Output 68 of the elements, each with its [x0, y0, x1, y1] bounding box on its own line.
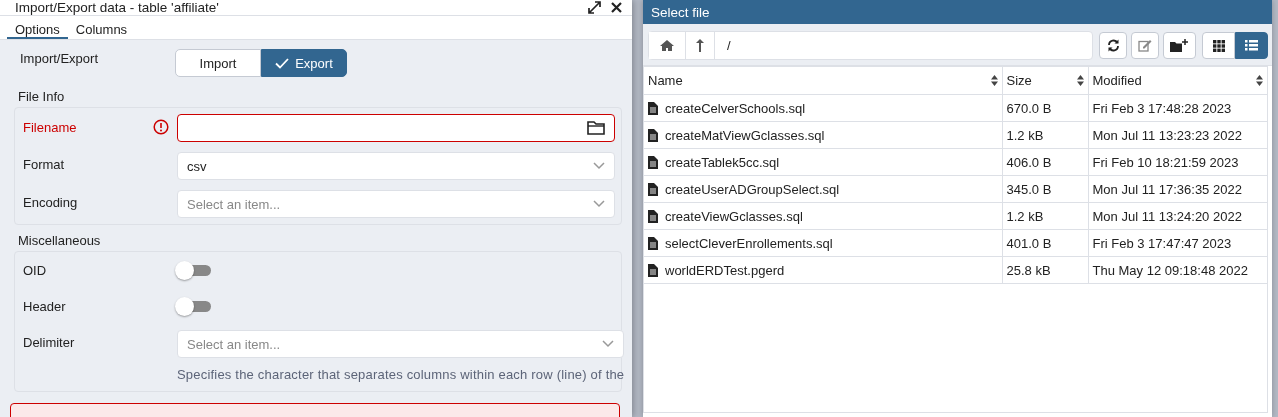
file-modified: Fri Feb 10 18:21:59 2023 — [1092, 154, 1239, 170]
file-icon — [648, 155, 658, 169]
maximize-icon[interactable] — [588, 1, 601, 14]
file-modified: Thu May 12 09:18:48 2022 — [1092, 262, 1248, 278]
check-icon — [275, 57, 290, 69]
file-icon — [648, 209, 658, 223]
file-modified: Fri Feb 3 17:48:28 2023 — [1092, 100, 1232, 116]
select-value: csv — [187, 158, 207, 174]
file-size: 345.0 B — [1006, 181, 1052, 197]
refresh-icon — [1106, 39, 1120, 52]
field-label: Delimiter — [23, 335, 75, 350]
grid-icon — [1212, 39, 1225, 52]
file-icon — [648, 128, 658, 142]
chevron-icon — [593, 162, 605, 170]
tab[interactable]: Options — [7, 16, 68, 39]
file-size: 1.2 kB — [1006, 127, 1044, 143]
file-icon — [648, 182, 658, 196]
edit-icon — [1138, 39, 1152, 52]
file-modified: Mon Jul 11 13:23:23 2022 — [1092, 127, 1242, 143]
sort-icon[interactable] — [1256, 75, 1263, 86]
sort-icon[interactable] — [990, 75, 998, 86]
file-modified: Mon Jul 11 13:24:20 2022 — [1092, 208, 1242, 224]
toggle-option[interactable]: Export — [261, 49, 347, 77]
dialog-title: Import/Export data - table 'affiliate' — [15, 0, 220, 15]
field-label: OID — [23, 263, 47, 278]
select-field[interactable]: Select an item... — [177, 190, 615, 218]
field-label: Filename — [23, 119, 77, 135]
help-text: Specifies the character that separates columns within each row (line) of the — [177, 366, 625, 384]
sort-icon[interactable] — [1076, 75, 1084, 86]
section-title: Miscellaneous — [17, 233, 102, 250]
close-icon[interactable] — [611, 2, 622, 13]
select-placeholder: Select an item... — [187, 196, 281, 212]
column-header[interactable]: Size — [1006, 73, 1032, 88]
file-icon — [648, 263, 658, 277]
chevron-icon — [602, 340, 615, 348]
list-icon — [1245, 40, 1258, 51]
file-modified: Fri Feb 3 17:47:47 2023 — [1092, 235, 1232, 251]
file-size: 406.0 B — [1006, 154, 1052, 170]
file-size: 25.8 kB — [1006, 262, 1051, 278]
file-size: 670.0 B — [1006, 100, 1052, 116]
field-label: Format — [23, 157, 65, 172]
file-name[interactable]: createTablek5cc.sql — [665, 154, 780, 170]
file-icon — [648, 101, 658, 115]
file-modified: Mon Jul 11 17:36:35 2022 — [1092, 181, 1242, 197]
error-icon — [153, 119, 169, 135]
field-label: Encoding — [23, 195, 78, 210]
chevron-icon — [593, 200, 605, 208]
new-folder-icon — [1170, 38, 1189, 53]
select-field[interactable]: Select an item... — [177, 330, 625, 358]
file-size: 401.0 B — [1006, 235, 1052, 251]
new-folder-button[interactable] — [1163, 32, 1196, 59]
file-icon — [648, 236, 658, 250]
folder-icon — [587, 121, 605, 135]
select-placeholder: Select an item... — [187, 336, 281, 352]
filename-field[interactable] — [177, 114, 615, 142]
file-size: 1.2 kB — [1006, 208, 1044, 224]
column-header[interactable]: Modified — [1092, 73, 1142, 88]
tab[interactable]: Columns — [67, 16, 136, 39]
select-field[interactable]: csv — [177, 152, 615, 180]
toggle-option[interactable]: Import — [175, 49, 261, 77]
section-title: File Info — [17, 89, 66, 106]
file-name[interactable]: worldERDTest.pgerd — [665, 262, 785, 278]
field-label: Import/Export — [19, 50, 100, 66]
field-label: Header — [23, 299, 66, 314]
refresh-button[interactable] — [1099, 32, 1127, 59]
view-button[interactable] — [1235, 32, 1268, 59]
dialog-title: Select file — [651, 4, 710, 20]
column-header[interactable]: Name — [648, 73, 683, 88]
